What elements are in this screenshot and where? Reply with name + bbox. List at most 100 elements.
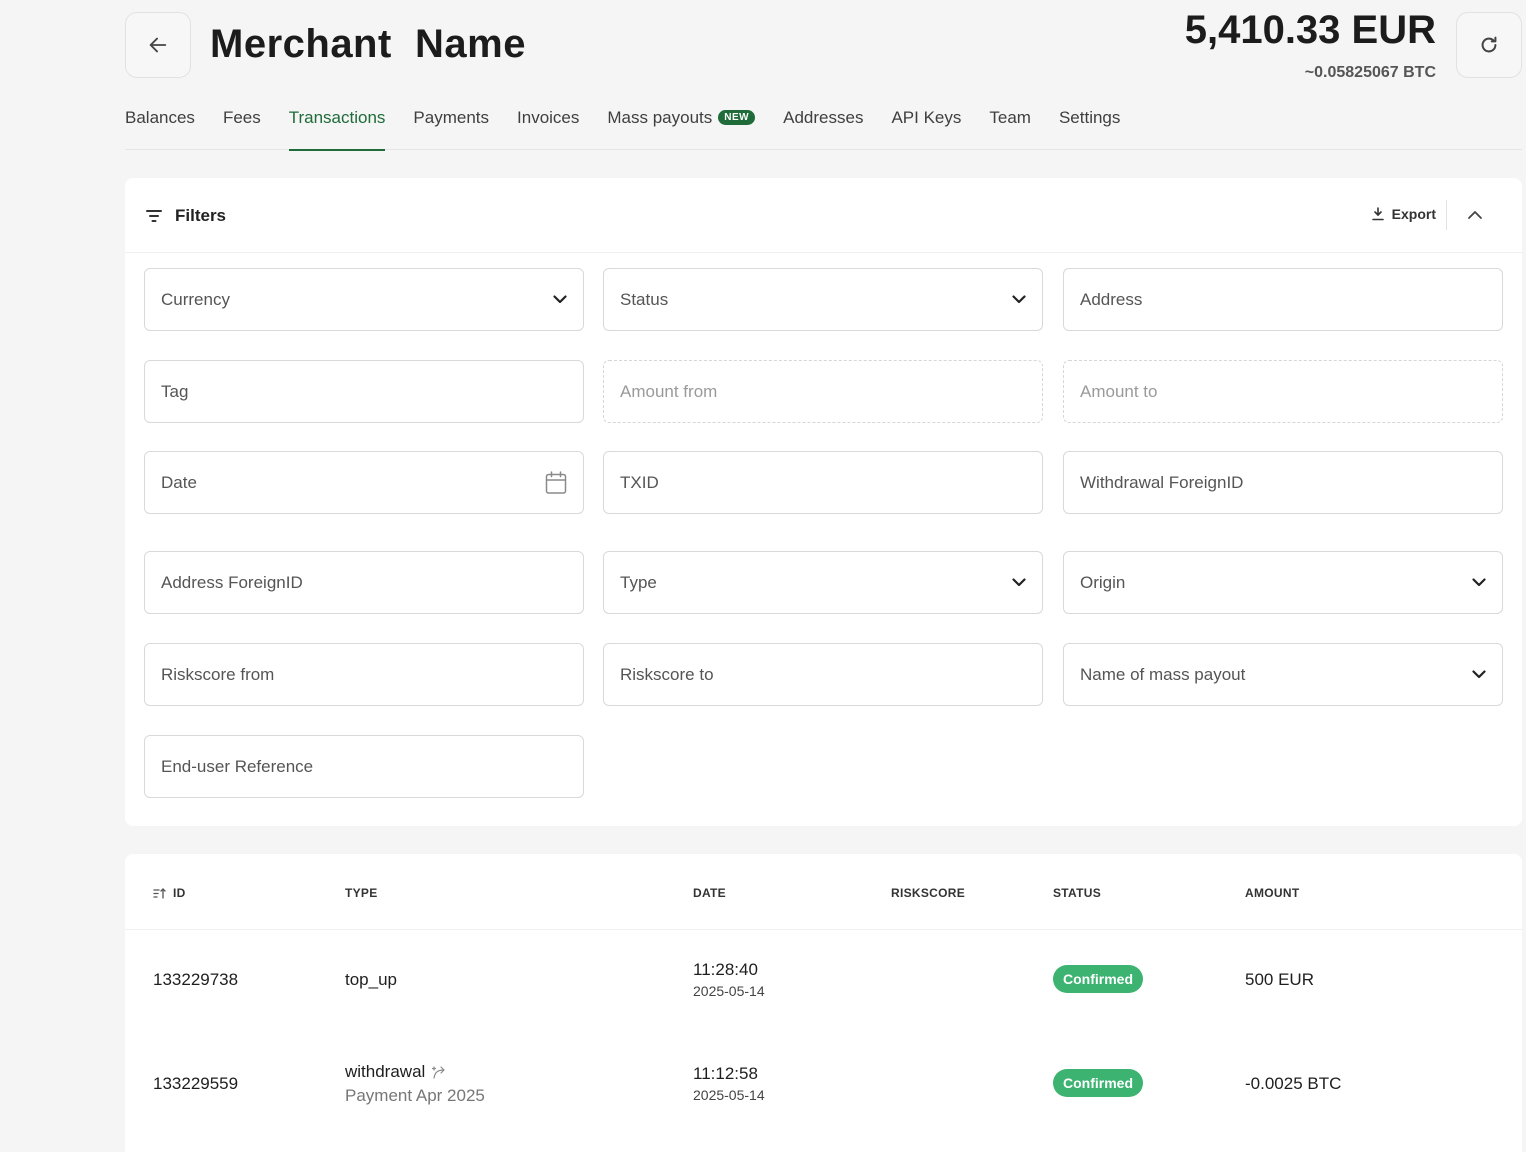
chevron-up-icon	[1468, 211, 1482, 219]
address-foreignid-input[interactable]: Address ForeignID	[144, 551, 584, 614]
amount-to-placeholder: Amount to	[1080, 381, 1158, 401]
chevron-down-icon	[1012, 578, 1026, 587]
header-divider	[1446, 200, 1447, 230]
status-select[interactable]: Status	[603, 268, 1043, 331]
tab-label: Mass payouts	[607, 108, 713, 127]
type-select[interactable]: Type	[603, 551, 1043, 614]
tag-placeholder: Tag	[161, 381, 189, 401]
chevron-down-icon	[553, 295, 567, 304]
riskscore-to-placeholder: Riskscore to	[620, 664, 714, 684]
tab-api-keys[interactable]: API Keys	[891, 100, 961, 150]
transaction-date: 2025-05-14	[693, 983, 765, 999]
tag-input[interactable]: Tag	[144, 360, 584, 423]
riskscore-from-input[interactable]: Riskscore from	[144, 643, 584, 706]
tab-settings[interactable]: Settings	[1059, 100, 1120, 150]
tab-invoices[interactable]: Invoices	[517, 100, 579, 150]
export-button[interactable]: Export	[1371, 206, 1436, 222]
status-badge: Confirmed	[1053, 965, 1143, 993]
transaction-time: 11:12:58	[693, 1064, 758, 1083]
transaction-amount: 500 EUR	[1245, 970, 1314, 989]
txid-input[interactable]: TXID	[603, 451, 1043, 514]
riskscore-to-input[interactable]: Riskscore to	[603, 643, 1043, 706]
currency-select[interactable]: Currency	[144, 268, 584, 331]
amount-from-input[interactable]: Amount from	[603, 360, 1043, 423]
origin-placeholder: Origin	[1080, 572, 1126, 592]
filters-toggle[interactable]: Filters	[145, 206, 226, 226]
address-input[interactable]: Address	[1063, 268, 1503, 331]
transaction-id: 133229559	[153, 1074, 239, 1093]
end-user-reference-input[interactable]: End-user Reference	[144, 735, 584, 798]
tab-addresses[interactable]: Addresses	[783, 100, 863, 150]
export-label: Export	[1391, 206, 1436, 222]
sort-icon	[153, 888, 166, 899]
download-icon	[1371, 207, 1384, 221]
tab-mass-payouts[interactable]: Mass payouts NEW	[607, 100, 756, 150]
column-header-id[interactable]: ID	[153, 886, 186, 900]
tab-label: Settings	[1058, 108, 1121, 127]
tab-label: Fees	[222, 108, 261, 127]
mass-payout-select[interactable]: Name of mass payout	[1063, 643, 1503, 706]
txid-placeholder: TXID	[620, 472, 659, 492]
type-placeholder: Type	[620, 572, 657, 592]
column-header-status: STATUS	[1053, 886, 1102, 900]
tab-label: API Keys	[891, 108, 962, 127]
outgoing-arrow-icon	[432, 1066, 445, 1079]
address-foreignid-placeholder: Address ForeignID	[161, 572, 303, 592]
column-header-type: TYPE	[345, 886, 378, 900]
withdrawal-foreignid-placeholder: Withdrawal ForeignID	[1080, 472, 1244, 492]
amount-to-input[interactable]: Amount to	[1063, 360, 1503, 423]
riskscore-from-placeholder: Riskscore from	[161, 664, 275, 684]
column-header-riskscore: RISKSCORE	[891, 886, 966, 900]
calendar-icon	[545, 470, 567, 494]
nav-tabs: Balances Fees Transactions Payments Invo…	[125, 100, 1522, 151]
transaction-type: withdrawal	[345, 1062, 426, 1081]
tab-balances[interactable]: Balances	[125, 100, 195, 150]
transaction-id: 133229738	[153, 970, 239, 989]
status-placeholder: Status	[620, 289, 669, 309]
refresh-button[interactable]	[1456, 12, 1522, 78]
tab-payments[interactable]: Payments	[413, 100, 489, 150]
page-title: Merchant Name	[210, 22, 526, 66]
transactions-table: ID TYPE DATE RISKSCORE STATUS AMOUNT 133…	[125, 854, 1522, 1152]
column-header-amount: AMOUNT	[1245, 886, 1300, 900]
column-header-date: DATE	[693, 886, 726, 900]
balance-btc-equivalent: ~0.05825067 BTC	[1304, 64, 1436, 81]
currency-placeholder: Currency	[161, 289, 230, 309]
tab-fees[interactable]: Fees	[223, 100, 261, 150]
balance-total: 5,410.33 EUR	[1184, 8, 1436, 52]
status-badge: Confirmed	[1053, 1069, 1143, 1097]
transaction-time: 11:28:40	[693, 960, 758, 979]
refresh-icon	[1481, 36, 1497, 53]
table-row[interactable]: 133229559 withdrawal Payment Apr 2025 11…	[125, 1034, 1522, 1138]
tab-label: Addresses	[783, 108, 864, 127]
mass-payout-placeholder: Name of mass payout	[1080, 664, 1246, 684]
tab-label: Invoices	[517, 108, 580, 127]
origin-select[interactable]: Origin	[1063, 551, 1503, 614]
transaction-date: 2025-05-14	[693, 1087, 765, 1103]
filter-icon	[146, 210, 162, 222]
chevron-down-icon	[1472, 670, 1486, 679]
tab-label: Transactions	[288, 108, 386, 127]
withdrawal-foreignid-input[interactable]: Withdrawal ForeignID	[1063, 451, 1503, 514]
end-user-reference-placeholder: End-user Reference	[161, 756, 314, 776]
transaction-type-line: withdrawal	[345, 1062, 485, 1082]
amount-from-placeholder: Amount from	[620, 381, 718, 401]
column-label: ID	[173, 886, 186, 900]
filters-panel: Filters Export Currency Status Address T…	[125, 178, 1522, 826]
tab-label: Team	[989, 108, 1031, 127]
tab-transactions[interactable]: Transactions	[288, 100, 386, 151]
tab-label: Balances	[125, 108, 195, 127]
collapse-filters-button[interactable]	[1464, 204, 1486, 226]
date-picker[interactable]: Date	[144, 451, 584, 514]
transaction-type: top_up	[345, 970, 397, 989]
transaction-datetime: 11:28:40 2025-05-14	[693, 960, 765, 999]
filters-header: Filters Export	[125, 178, 1522, 253]
back-button[interactable]	[125, 12, 191, 78]
transaction-datetime: 11:12:58 2025-05-14	[693, 1064, 765, 1103]
table-row[interactable]: 133229738 top_up 11:28:40 2025-05-14 Con…	[125, 930, 1522, 1034]
arrow-left-icon	[149, 37, 167, 53]
transaction-note: Payment Apr 2025	[345, 1086, 485, 1105]
transaction-amount: -0.0025 BTC	[1245, 1074, 1342, 1093]
tab-team[interactable]: Team	[989, 100, 1031, 150]
tab-label: Payments	[413, 108, 490, 127]
